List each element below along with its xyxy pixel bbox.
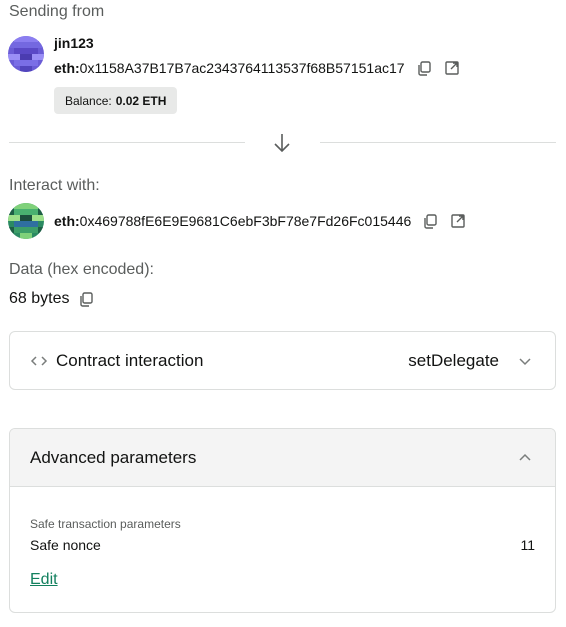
owner-name: jin123: [54, 35, 94, 51]
data-size: 68 bytes: [9, 290, 70, 307]
sender-address-row: eth: 0x1158A37B17B7ac2343764113537f68B57…: [54, 59, 461, 77]
contract-address: 0x469788fE6E9E9681C6ebF3bF78e7Fd26Fc0154…: [79, 213, 412, 229]
advanced-parameters-card: Advanced parameters Safe transaction par…: [9, 428, 556, 613]
sender-address-prefix: eth:: [54, 60, 80, 76]
external-link-icon[interactable]: [443, 59, 461, 77]
balance-badge: Balance: 0.02 ETH: [54, 87, 178, 114]
divider-left: [9, 142, 245, 143]
contract-interaction-toggle[interactable]: Contract interaction setDelegate: [10, 332, 555, 389]
owner-avatar: [8, 36, 44, 72]
safe-nonce-value: 11: [520, 537, 535, 553]
divider-right: [320, 142, 556, 143]
contract-method-name: setDelegate: [408, 350, 499, 370]
contract-address-row: eth: 0x469788fE6E9E9681C6ebF3bF78e7Fd26F…: [54, 212, 467, 230]
sender-address: 0x1158A37B17B7ac2343764113537f68B57151ac…: [79, 60, 405, 76]
safe-transaction-parameters-label: Safe transaction parameters: [30, 517, 181, 531]
data-size-row: 68 bytes: [9, 290, 95, 308]
copy-icon[interactable]: [421, 212, 439, 230]
sending-from-label: Sending from: [9, 3, 105, 20]
code-icon: [30, 355, 48, 366]
arrow-down-icon: [274, 134, 290, 153]
edit-link[interactable]: Edit: [30, 571, 58, 589]
contract-interaction-title: Contract interaction: [56, 350, 204, 370]
advanced-parameters-toggle[interactable]: Advanced parameters: [10, 429, 555, 487]
chevron-up-icon: [519, 453, 531, 461]
copy-icon[interactable]: [415, 59, 433, 77]
balance-label: Balance:: [65, 93, 112, 108]
chevron-down-icon: [519, 357, 531, 365]
safe-nonce-row: Safe nonce 11: [30, 537, 535, 553]
contract-avatar: [8, 203, 44, 239]
external-link-icon[interactable]: [449, 212, 467, 230]
data-hex-label: Data (hex encoded):: [9, 261, 154, 278]
contract-address-prefix: eth:: [54, 213, 80, 229]
copy-icon[interactable]: [77, 290, 95, 308]
safe-nonce-label: Safe nonce: [30, 537, 101, 553]
advanced-parameters-title: Advanced parameters: [30, 447, 197, 467]
interact-with-label: Interact with:: [9, 177, 100, 194]
balance-value: 0.02 ETH: [115, 93, 167, 108]
contract-interaction-card: Contract interaction setDelegate: [9, 331, 556, 390]
